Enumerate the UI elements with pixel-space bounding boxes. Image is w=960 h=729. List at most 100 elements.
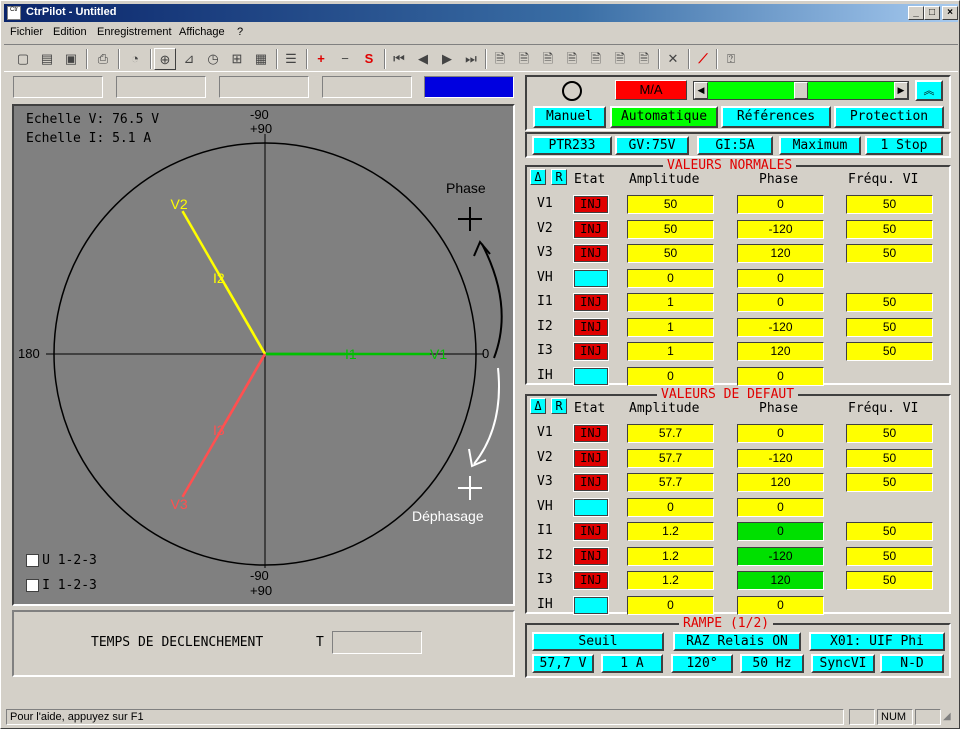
phase-field[interactable]: 0 xyxy=(737,497,824,517)
slider-thumb[interactable] xyxy=(794,82,808,99)
save-icon[interactable]: ▣ xyxy=(60,48,82,70)
amplitude-field[interactable]: 50 xyxy=(627,195,714,214)
delta-button[interactable]: Δ xyxy=(530,398,546,414)
amplitude-field[interactable]: 57.7 xyxy=(627,424,714,443)
next-icon[interactable]: ▶ xyxy=(436,48,458,70)
delete-icon[interactable]: ✕ xyxy=(662,48,684,70)
menu-enregistrement[interactable]: Enregistrement xyxy=(97,26,172,38)
amplitude-field[interactable]: 0 xyxy=(627,268,714,288)
s-icon[interactable]: S xyxy=(358,48,380,70)
info-gv-button[interactable]: GV:75V xyxy=(615,136,689,155)
frequency-field[interactable]: 50 xyxy=(846,195,933,214)
check-u[interactable]: U 1-2-3 xyxy=(26,553,97,568)
amplitude-field[interactable]: 1 xyxy=(627,293,714,312)
mode-automatique-button[interactable]: Automatique xyxy=(610,106,718,128)
phase-field[interactable]: -120 xyxy=(737,448,824,468)
rampe-raz-button[interactable]: RAZ Relais ON xyxy=(673,632,801,651)
phase-field[interactable]: 0 xyxy=(737,424,824,443)
menu-affichage[interactable]: Affichage xyxy=(179,26,225,38)
frequency-field[interactable]: 50 xyxy=(846,244,933,263)
frequency-field[interactable]: 50 xyxy=(846,522,933,541)
rampe-voltage-button[interactable]: 57,7 V xyxy=(532,654,594,673)
etat-button[interactable]: INJ xyxy=(573,317,609,337)
clock-icon[interactable]: ◷ xyxy=(202,48,224,70)
table-icon[interactable]: ▦ xyxy=(250,48,272,70)
amplitude-field[interactable]: 0 xyxy=(627,497,714,517)
new-icon[interactable]: ▢ xyxy=(12,48,34,70)
frequency-field[interactable]: 50 xyxy=(846,317,933,337)
phase-field[interactable]: -120 xyxy=(737,546,824,566)
etat-button[interactable]: INJ xyxy=(573,473,609,492)
vector-diagram[interactable]: V1 V2 V3 I1 I2 I3 Echelle V: 76.5 V Echelle I… xyxy=(12,104,515,606)
delta-button[interactable]: Δ xyxy=(530,169,546,185)
etat-button[interactable]: INJ xyxy=(573,571,609,590)
phase-field[interactable]: -120 xyxy=(737,219,824,239)
frequency-field[interactable]: 50 xyxy=(846,219,933,239)
amplitude-field[interactable]: 50 xyxy=(627,219,714,239)
etat-button[interactable]: INJ xyxy=(573,522,609,541)
rampe-x01-button[interactable]: X01: UIF Phi xyxy=(809,632,945,651)
menu-edition[interactable]: Edition xyxy=(53,26,87,38)
frequency-field[interactable]: 50 xyxy=(846,546,933,566)
minus-icon[interactable]: − xyxy=(334,48,356,70)
rampe-nd-button[interactable]: N-D xyxy=(880,654,944,673)
card-icon[interactable]: 🗎 xyxy=(561,48,583,70)
phase-field[interactable]: 120 xyxy=(737,342,824,361)
s-card-icon[interactable]: 🗎 xyxy=(489,48,511,70)
reset-button[interactable]: R xyxy=(551,398,567,414)
title-bar[interactable]: Ctr CtrPilot - Untitled _ □ × xyxy=(4,4,958,22)
etat-button[interactable]: INJ xyxy=(573,448,609,468)
rampe-current-button[interactable]: 1 A xyxy=(601,654,663,673)
gauge-icon[interactable]: ◔ xyxy=(124,48,146,70)
frequency-field[interactable]: 50 xyxy=(846,473,933,492)
mode-protection-button[interactable]: Protection xyxy=(834,106,944,128)
frequency-field[interactable]: 50 xyxy=(846,293,933,312)
phase-field[interactable]: 0 xyxy=(737,293,824,312)
amplitude-field[interactable]: 50 xyxy=(627,244,714,263)
etat-button[interactable] xyxy=(573,366,609,386)
phase-field[interactable]: 120 xyxy=(737,244,824,263)
phase-field[interactable]: 120 xyxy=(737,473,824,492)
amplitude-field[interactable]: 57.7 xyxy=(627,473,714,492)
rampe-angle-button[interactable]: 120° xyxy=(671,654,733,673)
frequency-field[interactable]: 50 xyxy=(846,571,933,590)
phase-field[interactable]: 120 xyxy=(737,571,824,590)
etat-button[interactable]: INJ xyxy=(573,293,609,312)
checkbox-u[interactable] xyxy=(26,554,39,567)
vector-diagram-icon[interactable]: ⊕ xyxy=(154,48,176,70)
close-button[interactable]: × xyxy=(942,6,958,20)
maximize-button[interactable]: □ xyxy=(924,6,940,20)
amplitude-field[interactable]: 1 xyxy=(627,317,714,337)
probe-icon[interactable]: ⟋ xyxy=(692,48,714,70)
phase-field[interactable]: 0 xyxy=(737,195,824,214)
list-icon[interactable]: ☰ xyxy=(280,48,302,70)
phase-field[interactable]: 0 xyxy=(737,595,824,615)
help-icon[interactable]: ⍰ xyxy=(720,48,742,70)
curve-icon[interactable]: ⊿ xyxy=(178,48,200,70)
slider-track[interactable]: ◀ ▶ xyxy=(693,81,909,100)
frequency-field[interactable]: 50 xyxy=(846,424,933,443)
phase-field[interactable]: 0 xyxy=(737,268,824,288)
etat-button[interactable]: INJ xyxy=(573,424,609,443)
mode-references-button[interactable]: Références xyxy=(721,106,831,128)
amplitude-field[interactable]: 1 xyxy=(627,342,714,361)
frequency-field[interactable]: 50 xyxy=(846,342,933,361)
mode-manuel-button[interactable]: Manuel xyxy=(533,106,606,128)
etat-button[interactable]: INJ xyxy=(573,342,609,361)
c-card-icon[interactable]: 🗎 xyxy=(513,48,535,70)
last-icon[interactable]: ⏭ xyxy=(460,48,482,70)
phase-field[interactable]: 0 xyxy=(737,522,824,541)
etat-button[interactable]: INJ xyxy=(573,244,609,263)
info-gi-button[interactable]: GI:5A xyxy=(697,136,773,155)
etat-button[interactable] xyxy=(573,595,609,615)
ma-button[interactable]: M/A xyxy=(615,80,687,100)
etat-button[interactable] xyxy=(573,497,609,517)
amplitude-field[interactable]: 0 xyxy=(627,366,714,386)
open-icon[interactable]: ▤ xyxy=(36,48,58,70)
amplitude-field[interactable]: 1.2 xyxy=(627,546,714,566)
phase-field[interactable]: -120 xyxy=(737,317,824,337)
grid-icon[interactable]: ⊞ xyxy=(226,48,248,70)
print-icon[interactable]: ⎙ xyxy=(92,48,114,70)
frequency-field[interactable]: 50 xyxy=(846,448,933,468)
amplitude-field[interactable]: 57.7 xyxy=(627,448,714,468)
